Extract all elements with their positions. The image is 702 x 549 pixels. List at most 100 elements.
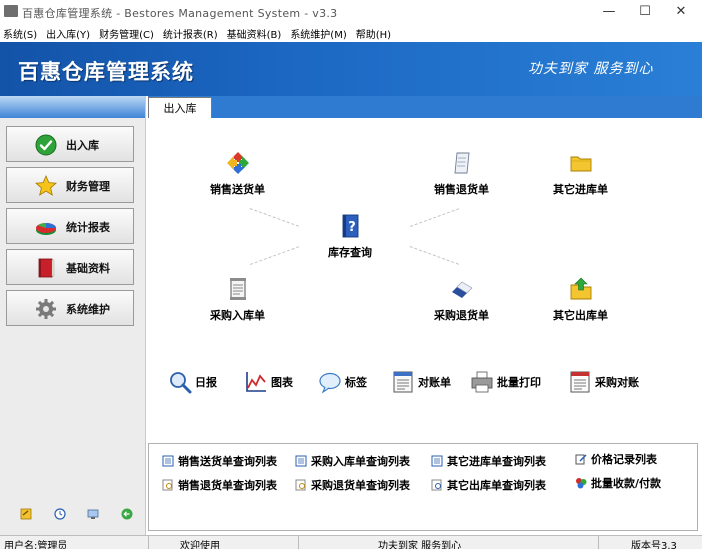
other-outbound-button[interactable]: 其它出库单 [553, 276, 608, 323]
other-inbound-list-link[interactable]: 其它进库单查询列表 [431, 453, 546, 469]
menu-bar: 系统(S) 出入库(Y) 财务管理(C) 统计报表(R) 基础资料(B) 系统维… [0, 24, 702, 42]
form-icon [393, 371, 413, 393]
status-version: 版本号3.3 [631, 541, 677, 549]
link-label: 价格记录列表 [591, 453, 657, 466]
svg-text:?: ? [348, 220, 356, 235]
label-button[interactable]: 标签 [318, 370, 367, 394]
menu-reports[interactable]: 统计报表(R) [163, 26, 218, 41]
banner: 百惠仓库管理系统 功夫到家 服务到心 [0, 42, 702, 96]
sidebar-item-basic-data[interactable]: 基础资料 [6, 249, 134, 285]
other-outbound-list-link[interactable]: 其它出库单查询列表 [431, 477, 546, 493]
menu-basic-data[interactable]: 基础资料(B) [227, 26, 282, 41]
batch-payment-link[interactable]: 批量收款/付款 [575, 475, 661, 491]
link-label: 销售送货单查询列表 [178, 455, 277, 468]
sales-delivery-list-link[interactable]: 销售送货单查询列表 [162, 453, 277, 469]
purchase-return-label: 采购退货单 [434, 309, 489, 322]
banner-title: 百惠仓库管理系统 [18, 60, 194, 84]
chart-button[interactable]: 图表 [244, 370, 293, 394]
connector-line [410, 208, 460, 227]
statement-button[interactable]: 对账单 [391, 370, 451, 394]
sidebar-item-reports[interactable]: 统计报表 [6, 208, 134, 244]
sales-delivery-icon [226, 152, 249, 174]
status-separator [148, 536, 149, 549]
minimize-icon[interactable]: — [592, 2, 626, 20]
maximize-icon[interactable]: ☐ [628, 2, 662, 20]
main-panel: 销售送货单 销售退货单 其它进库单 ? 库存查询 采购入库单 采购退货单 其它出… [146, 118, 702, 436]
menu-maintenance[interactable]: 系统维护(M) [290, 26, 346, 41]
help-book-icon: ? [342, 214, 359, 238]
stock-query-button[interactable]: ? 库存查询 [328, 213, 372, 260]
status-bar: 用户名:管理员 欢迎使用 功夫到家 服务到心 版本号3.3 [0, 535, 702, 549]
link-label: 采购入库单查询列表 [311, 455, 410, 468]
purchase-reconcile-label: 采购对账 [595, 376, 639, 389]
check-icon [35, 134, 57, 156]
menu-system[interactable]: 系统(S) [3, 26, 37, 41]
sidebar: 出入库 财务管理 统计报表 基础资料 系统维护 [0, 96, 146, 535]
status-welcome: 欢迎使用 [180, 541, 220, 549]
purchase-return-list-link[interactable]: 采购退货单查询列表 [295, 477, 410, 493]
menu-finance[interactable]: 财务管理(C) [99, 26, 154, 41]
search-list-icon [162, 479, 173, 491]
label-label: 标签 [345, 376, 367, 389]
title-bar: 百惠仓库管理系统 - Bestores Management System - … [0, 0, 702, 24]
statement-label: 对账单 [418, 376, 451, 389]
search-list-icon [431, 479, 442, 491]
banner-slogan: 功夫到家 服务到心 [528, 61, 654, 77]
link-label: 其它进库单查询列表 [447, 455, 546, 468]
status-user: 用户名:管理员 [4, 541, 68, 549]
other-inbound-button[interactable]: 其它进库单 [553, 150, 608, 197]
chart-label: 图表 [271, 376, 293, 389]
star-icon [35, 175, 57, 196]
sidebar-item-inout[interactable]: 出入库 [6, 126, 134, 162]
list-icon [295, 455, 307, 467]
menu-help[interactable]: 帮助(H) [356, 26, 391, 41]
list-icon [162, 455, 174, 467]
status-separator [298, 536, 299, 549]
price-record-list-link[interactable]: 价格记录列表 [575, 451, 657, 467]
other-outbound-label: 其它出库单 [553, 309, 608, 322]
connector-line [249, 208, 299, 227]
folder-arrow-icon [570, 277, 591, 300]
sidebar-item-label: 出入库 [66, 139, 99, 152]
daily-report-button[interactable]: 日报 [168, 370, 217, 394]
link-label: 批量收款/付款 [591, 477, 662, 490]
menu-inout[interactable]: 出入库(Y) [46, 26, 90, 41]
back-arrow-icon[interactable] [121, 508, 133, 520]
monitor-icon[interactable] [87, 508, 99, 520]
notepad-icon[interactable] [20, 508, 32, 520]
folder-icon [570, 156, 591, 172]
line-chart-icon [246, 372, 266, 392]
sales-return-button[interactable]: 销售退货单 [434, 150, 489, 197]
book-icon [38, 258, 55, 278]
sales-return-list-link[interactable]: 销售退货单查询列表 [162, 477, 277, 493]
close-icon[interactable]: ✕ [664, 2, 698, 20]
colored-dots-icon [576, 478, 587, 489]
batch-print-button[interactable]: 批量打印 [470, 370, 541, 394]
batch-print-label: 批量打印 [497, 376, 541, 389]
sidebar-item-maintenance[interactable]: 系统维护 [6, 290, 134, 326]
pie-chart-icon [36, 223, 56, 235]
link-label: 销售退货单查询列表 [178, 479, 277, 492]
purchase-reconcile-button[interactable]: 采购对账 [568, 370, 639, 394]
stock-query-label: 库存查询 [328, 246, 372, 259]
sidebar-header [0, 96, 145, 118]
sidebar-item-finance[interactable]: 财务管理 [6, 167, 134, 203]
tab-strip [148, 96, 702, 118]
sidebar-item-label: 系统维护 [66, 303, 110, 316]
sidebar-item-label: 财务管理 [66, 180, 110, 193]
sidebar-item-label: 基础资料 [66, 262, 110, 275]
gear-icon [36, 299, 56, 319]
sales-delivery-button[interactable]: 销售送货单 [210, 150, 265, 197]
link-label: 采购退货单查询列表 [311, 479, 410, 492]
scroll-icon [454, 152, 469, 174]
sales-delivery-label: 销售送货单 [210, 183, 265, 196]
magnifier-icon [170, 372, 192, 394]
purchase-return-button[interactable]: 采购退货单 [434, 276, 489, 323]
tab-inout[interactable]: 出入库 [148, 97, 212, 118]
report-icon [570, 371, 590, 393]
status-separator [598, 536, 599, 549]
status-slogan: 功夫到家 服务到心 [378, 541, 462, 549]
purchase-inbound-list-link[interactable]: 采购入库单查询列表 [295, 453, 410, 469]
purchase-inbound-button[interactable]: 采购入库单 [210, 276, 265, 323]
clock-icon[interactable] [54, 508, 66, 520]
